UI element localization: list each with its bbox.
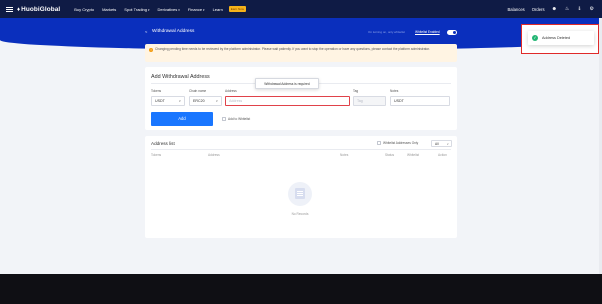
back-icon[interactable]: < — [145, 29, 147, 34]
nav-item-spot-trading[interactable]: Spot Trading▾ — [124, 7, 149, 12]
nav-item-learn[interactable]: Learn — [213, 7, 223, 12]
address-list-title: Address list — [151, 141, 175, 146]
warning-icon: ! — [149, 48, 153, 52]
tag-input[interactable]: Tag — [353, 96, 386, 106]
add-address-title: Add Withdrawal Address — [151, 74, 210, 80]
notes-input[interactable]: USDT — [390, 96, 450, 106]
chevron-down-icon: ∨ — [178, 99, 181, 103]
toast-notification: ✓ Address Deleted — [528, 31, 594, 45]
column-header-tokens: Tokens — [151, 153, 162, 157]
top-nav: ♦HuobiGlobal Buy Crypto Markets Spot Tra… — [0, 0, 602, 18]
menu-icon[interactable] — [6, 6, 13, 12]
column-header-address: Address — [208, 153, 220, 157]
token-label: Tokens — [151, 89, 162, 93]
empty-records-icon — [288, 182, 312, 206]
bell-icon[interactable]: ♨ — [565, 6, 569, 12]
nav-orders[interactable]: Orders — [532, 7, 545, 12]
nav-item-markets[interactable]: Markets — [102, 7, 116, 12]
address-input[interactable]: Address — [225, 96, 350, 106]
logo[interactable]: ♦HuobiGlobal — [17, 6, 60, 13]
address-error-tooltip: Withdrawal Address is required — [255, 78, 319, 89]
notice-banner: ! Changing pending time needs to be revi… — [145, 44, 457, 62]
chevron-down-icon: ▾ — [203, 7, 205, 12]
footer — [0, 274, 602, 304]
column-header-whitelist: Whitelist — [407, 153, 420, 157]
add-button[interactable]: Add — [151, 112, 213, 126]
flame-icon: ♦ — [17, 6, 21, 13]
chain-select[interactable]: ERC20 ∨ — [189, 96, 222, 106]
nav-item-derivatives[interactable]: Derivatives▾ — [158, 7, 180, 12]
nav-item-finance[interactable]: Finance▾ — [188, 7, 205, 12]
nav-balances[interactable]: Balances — [508, 7, 525, 12]
page-banner — [0, 18, 602, 40]
add-to-whitelist-checkbox[interactable] — [222, 117, 226, 121]
chevron-down-icon: ▾ — [147, 7, 150, 12]
chevron-down-icon: ▾ — [178, 7, 180, 12]
chevron-down-icon: ∨ — [446, 142, 449, 146]
download-icon[interactable]: ⇓ — [577, 6, 581, 12]
empty-records-text: No Records — [291, 212, 309, 216]
nav-right: Balances Orders ☻ ♨ ⇓ ⚙ — [508, 0, 602, 18]
whitelist-only-checkbox[interactable] — [377, 141, 381, 145]
toast-highlight: ✓ Address Deleted — [521, 24, 599, 54]
column-header-notes: Notes — [340, 153, 349, 157]
nav-item-buy-crypto[interactable]: Buy Crypto — [74, 7, 94, 12]
chain-label: Chain name — [189, 89, 207, 93]
add-to-whitelist-label: Add to Whitelist — [228, 117, 251, 121]
page-title: Withdrawal Address — [152, 29, 195, 34]
tag-label: Tag — [353, 89, 359, 93]
earn-badge[interactable]: Earn Now — [228, 6, 246, 12]
whitelist-toggle[interactable] — [447, 29, 457, 35]
column-header-status: Status — [385, 153, 395, 157]
notice-text: Changing pending time needs to be review… — [155, 47, 430, 51]
notes-label: Notes — [390, 89, 399, 93]
status-filter-select[interactable]: All ∨ — [431, 140, 452, 147]
chevron-down-icon: ∨ — [215, 99, 218, 103]
address-label: Address — [225, 89, 237, 93]
column-header-action: Action — [438, 153, 447, 157]
whitelist-only-label: Whitelist Addresses Only — [383, 141, 419, 145]
check-icon: ✓ — [532, 35, 538, 41]
whitelist-note: On turning on, only whitelist — [368, 30, 405, 34]
settings-icon[interactable]: ⚙ — [590, 6, 594, 12]
divider — [151, 149, 451, 150]
user-icon[interactable]: ☻ — [552, 6, 557, 12]
toast-message: Address Deleted — [542, 35, 571, 40]
whitelist-enabled-link[interactable]: Whitelist Enabled — [415, 30, 440, 34]
token-select[interactable]: USDT ∨ — [151, 96, 185, 106]
